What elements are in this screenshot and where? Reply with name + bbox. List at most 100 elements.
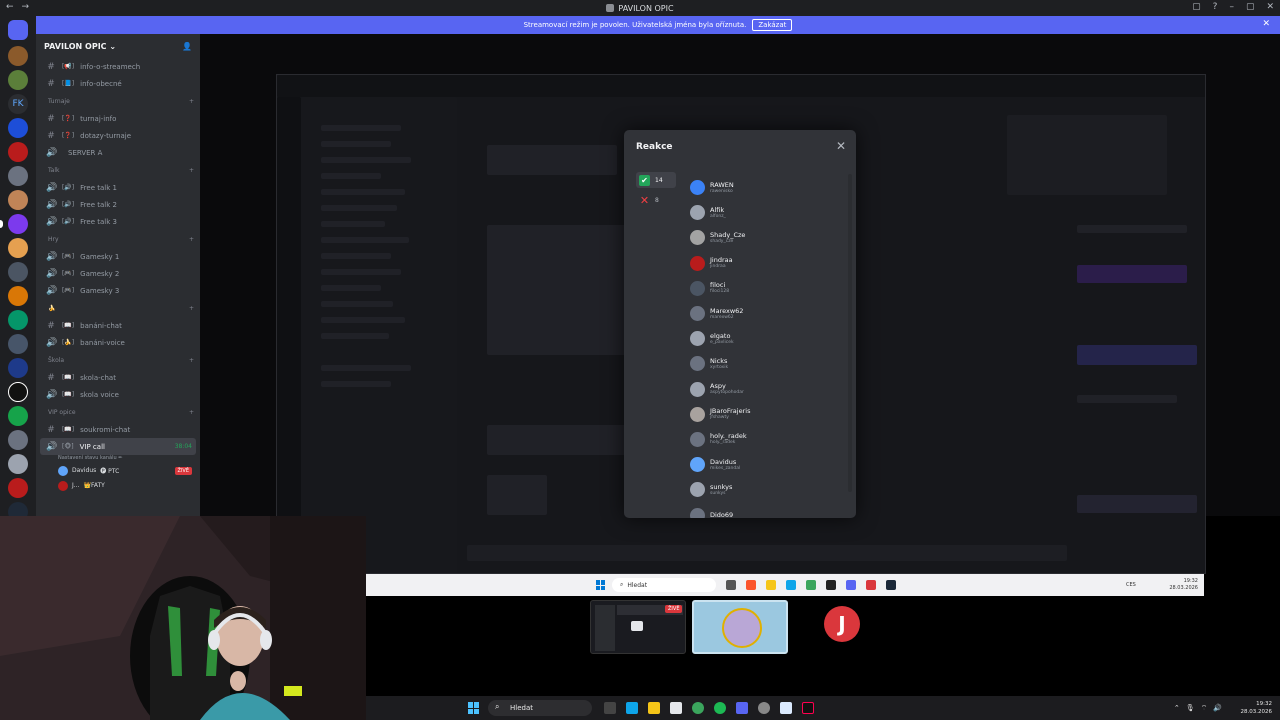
add-member-icon[interactable]: 👤 [182, 42, 192, 51]
server-icon[interactable] [8, 262, 28, 282]
taskview-icon[interactable] [604, 702, 616, 714]
voice-channel[interactable]: 🔊 [🔊] Free talk 1 [36, 179, 200, 196]
voice-channel[interactable]: 🔊 [🎮] Gamesky 3 [36, 282, 200, 299]
taskbar-search[interactable]: ⌕ Hledat [488, 700, 592, 716]
wifi-icon[interactable]: ⌔ [1201, 704, 1208, 713]
edge-icon[interactable] [786, 580, 796, 590]
category-header[interactable]: Škola + [36, 351, 200, 369]
start-icon[interactable] [596, 580, 606, 590]
plus-icon[interactable]: + [189, 236, 194, 243]
server-icon[interactable] [8, 142, 28, 162]
help-icon[interactable]: ? [1213, 2, 1218, 12]
server-icon[interactable] [8, 118, 28, 138]
server-icon[interactable] [8, 430, 28, 450]
forward-button[interactable]: → [22, 2, 30, 12]
plus-icon[interactable]: + [189, 98, 194, 105]
reaction-user[interactable]: Alfik alfonz_ [690, 200, 840, 225]
chrome-icon[interactable] [692, 702, 704, 714]
server-icon[interactable] [8, 382, 28, 402]
voice-channel[interactable]: 🔊 [🍌] banáni-voice [36, 334, 200, 351]
reaction-user[interactable]: holy._radek holy._radek [690, 427, 840, 452]
inbox-icon[interactable]: ▢ [1192, 2, 1201, 12]
reaction-user[interactable]: Aspy aspytopohodar [690, 377, 840, 402]
obs-icon[interactable] [758, 702, 770, 714]
server-icon[interactable] [8, 214, 28, 234]
server-icon[interactable] [8, 46, 28, 66]
server-icon[interactable] [8, 190, 28, 210]
volume-icon[interactable]: 🔊 [1213, 704, 1222, 713]
text-channel[interactable]: # [📢] info-o-streamech [36, 58, 200, 75]
obs-icon[interactable] [866, 580, 876, 590]
plus-icon[interactable]: + [189, 357, 194, 364]
taskbar-clock[interactable]: 19:32 28.03.2026 [1241, 700, 1273, 716]
close-icon[interactable]: ✕ [836, 139, 846, 153]
chevron-up-icon[interactable]: ⌃ [1174, 704, 1180, 713]
maximize-button[interactable]: ▢ [1246, 2, 1255, 12]
tiktok-icon[interactable] [802, 702, 814, 714]
voice-user[interactable]: J... 👑FATY [36, 478, 200, 493]
server-icon[interactable] [8, 454, 28, 474]
reaction-user[interactable]: Dido69 [690, 502, 840, 518]
voice-channel[interactable]: 🔊 [📖] skola voice [36, 386, 200, 403]
reaction-user[interactable]: Marexw62 marexw62 [690, 301, 840, 326]
voice-channel[interactable]: 🔊 [🎮] Gamesky 1 [36, 248, 200, 265]
plus-icon[interactable]: + [189, 305, 194, 312]
thumbnail-selected[interactable] [692, 600, 788, 654]
thumbnail-j[interactable]: J [794, 600, 890, 654]
reaction-tab-cross[interactable]: ✕ 8 [636, 192, 676, 208]
plus-icon[interactable]: + [189, 409, 194, 416]
text-channel[interactable]: # [📖] skola-chat [36, 369, 200, 386]
server-icon[interactable] [8, 70, 28, 90]
folder-icon[interactable] [766, 580, 776, 590]
active-voice-channel[interactable]: 🔊 [🐵] VIP call 38:04 [40, 438, 196, 455]
discord-icon[interactable] [736, 702, 748, 714]
reaction-user[interactable]: Shady_Cze shady_cze [690, 225, 840, 250]
store-icon[interactable] [670, 702, 682, 714]
channel-status[interactable]: Nastavení stavu kanálu ✏ [36, 455, 200, 463]
category-header[interactable]: VIP opice + [36, 403, 200, 421]
inner-lang[interactable]: CES [1126, 582, 1136, 588]
reaction-user[interactable]: sunkys sunkys [690, 477, 840, 502]
voice-channel[interactable]: 🔊 [🎮] Gamesky 2 [36, 265, 200, 282]
chrome-icon[interactable] [806, 580, 816, 590]
text-channel[interactable]: # [❓] dotazy-turnaje [36, 127, 200, 144]
mic-icon[interactable]: 🎙 [1186, 704, 1195, 713]
server-icon[interactable]: FK [8, 94, 28, 114]
inner-search[interactable]: ⌕ Hledat [612, 578, 716, 592]
server-header[interactable]: PAVILON OPIC ⌄ 👤 [36, 34, 200, 58]
reaction-user[interactable]: filoci filoci128 [690, 276, 840, 301]
disable-streamer-button[interactable]: Zakázat [752, 19, 793, 31]
voice-channel[interactable]: 🔊 SERVER A [36, 144, 200, 161]
text-channel[interactable]: # [📖] banáni-chat [36, 317, 200, 334]
plus-icon[interactable]: + [189, 167, 194, 174]
reaction-user[interactable]: RAWEN rawenisko [690, 175, 840, 200]
discord-home-icon[interactable] [8, 20, 28, 40]
category-header[interactable]: Hry + [36, 230, 200, 248]
steam-icon[interactable] [886, 580, 896, 590]
minimize-button[interactable]: – [1229, 2, 1234, 12]
banner-close-icon[interactable]: ✕ [1262, 19, 1270, 29]
reaction-user[interactable]: Jindraa jindraa [690, 251, 840, 276]
text-channel[interactable]: # [📘] info-obecné [36, 75, 200, 92]
brave-icon[interactable] [746, 580, 756, 590]
back-button[interactable]: ← [6, 2, 14, 12]
inner-clock[interactable]: 19:32 28.03.2026 [1169, 578, 1198, 592]
server-icon[interactable] [8, 406, 28, 426]
category-header[interactable]: Turnaje + [36, 92, 200, 110]
reaction-user[interactable]: elgato e_pavlicek [690, 326, 840, 351]
category-header[interactable]: Talk + [36, 161, 200, 179]
server-icon[interactable] [8, 238, 28, 258]
text-channel[interactable]: # [❓] turnaj-info [36, 110, 200, 127]
reaction-user[interactable]: Davidus mikes_zandal [690, 452, 840, 477]
server-icon[interactable] [8, 286, 28, 306]
scrollbar[interactable] [848, 174, 852, 492]
close-window-button[interactable]: ✕ [1266, 2, 1274, 12]
reaction-tab-check[interactable]: ✔ 14 [636, 172, 676, 188]
server-icon[interactable] [8, 358, 28, 378]
reaction-user[interactable]: Nicks xyrtoxik [690, 351, 840, 376]
server-icon[interactable] [8, 334, 28, 354]
text-channel[interactable]: # [📖] soukromi-chat [36, 421, 200, 438]
app-icon[interactable] [826, 580, 836, 590]
folder-icon[interactable] [648, 702, 660, 714]
server-icon[interactable] [8, 478, 28, 498]
